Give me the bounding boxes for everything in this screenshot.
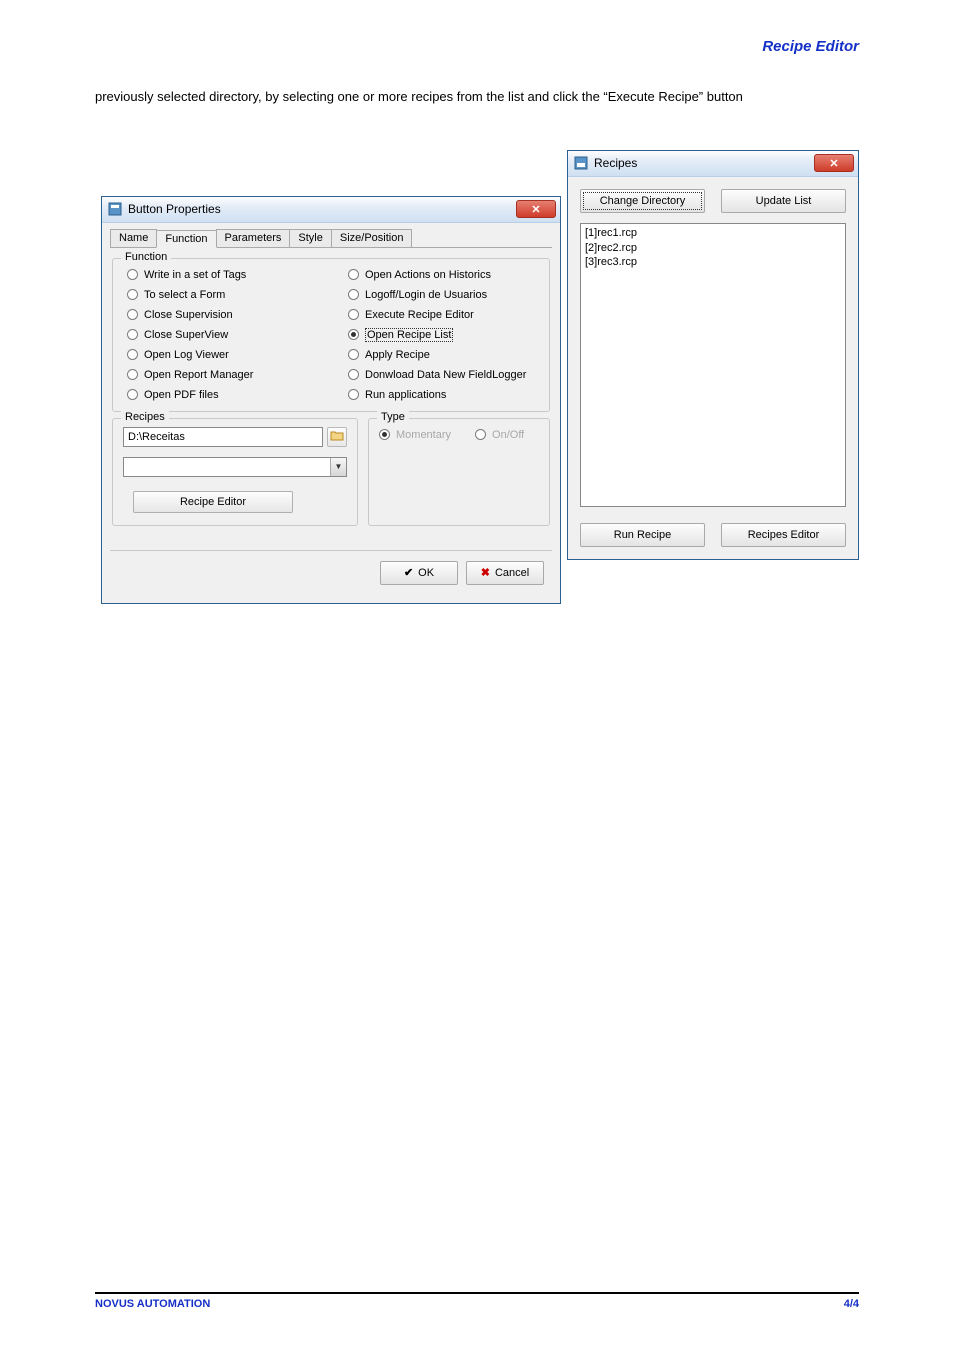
- tab-name[interactable]: Name: [110, 229, 157, 247]
- function-radio[interactable]: Open Actions on Historics: [348, 269, 539, 281]
- change-directory-button[interactable]: Change Directory: [580, 189, 705, 213]
- function-radio-label: Close SuperView: [144, 329, 228, 341]
- function-radio[interactable]: Open Recipe List: [348, 329, 539, 341]
- radio-icon: [127, 389, 138, 400]
- radio-icon: [127, 309, 138, 320]
- function-radio[interactable]: Open Log Viewer: [127, 349, 318, 361]
- recipes-window: Recipes ✕ Change Directory Update List […: [567, 150, 859, 560]
- function-radio-label: Open Actions on Historics: [365, 269, 491, 281]
- page-footer: NOVUS AUTOMATION 4/4: [95, 1292, 859, 1310]
- recipes-path-input[interactable]: [123, 427, 323, 447]
- button-properties-window: Button Properties ✕ NameFunctionParamete…: [101, 196, 561, 604]
- function-group-label: Function: [121, 251, 171, 263]
- rc-titlebar: Recipes ✕: [568, 151, 858, 177]
- recipes-listbox[interactable]: [1]rec1.rcp[2]rec2.rcp[3]rec3.rcp: [580, 223, 846, 507]
- function-radio[interactable]: Donwload Data New FieldLogger: [348, 369, 539, 381]
- function-radio[interactable]: Close SuperView: [127, 329, 318, 341]
- list-item[interactable]: [3]rec3.rcp: [585, 255, 841, 270]
- footer-right: 4/4: [844, 1298, 859, 1310]
- browse-folder-button[interactable]: [327, 427, 347, 447]
- type-onoff-label: On/Off: [492, 429, 524, 441]
- run-recipe-button[interactable]: Run Recipe: [580, 523, 705, 547]
- function-radio[interactable]: Open Report Manager: [127, 369, 318, 381]
- function-radio-label: Open Log Viewer: [144, 349, 229, 361]
- radio-icon: [348, 369, 359, 380]
- type-momentary-label: Momentary: [396, 429, 451, 441]
- chevron-down-icon: ▼: [330, 458, 346, 476]
- intro-paragraph: previously selected directory, by select…: [95, 85, 859, 110]
- bp-app-icon: [108, 202, 122, 216]
- radio-icon: [127, 269, 138, 280]
- recipe-editor-button[interactable]: Recipe Editor: [133, 491, 293, 513]
- function-radio-label: Write in a set of Tags: [144, 269, 246, 281]
- rc-close-button[interactable]: ✕: [814, 154, 854, 172]
- recipes-editor-button[interactable]: Recipes Editor: [721, 523, 846, 547]
- function-radio-label: Open PDF files: [144, 389, 219, 401]
- radio-icon: [348, 289, 359, 300]
- function-radio[interactable]: Write in a set of Tags: [127, 269, 318, 281]
- rc-title: Recipes: [594, 156, 637, 170]
- function-radio-label: Donwload Data New FieldLogger: [365, 369, 526, 381]
- ok-label: OK: [418, 567, 434, 579]
- tab-style[interactable]: Style: [289, 229, 331, 247]
- update-list-button[interactable]: Update List: [721, 189, 846, 213]
- radio-icon: [127, 289, 138, 300]
- radio-icon: [127, 329, 138, 340]
- type-radio-onoff[interactable]: On/Off: [475, 429, 524, 441]
- list-item[interactable]: [2]rec2.rcp: [585, 241, 841, 256]
- close-icon: ✕: [531, 203, 540, 216]
- function-radio[interactable]: Run applications: [348, 389, 539, 401]
- x-icon: ✖: [481, 566, 490, 579]
- rc-app-icon: [574, 156, 588, 170]
- tab-function[interactable]: Function: [156, 230, 216, 248]
- radio-icon: [348, 309, 359, 320]
- recipes-group-label: Recipes: [121, 411, 169, 423]
- cancel-label: Cancel: [495, 567, 529, 579]
- check-icon: ✔: [404, 566, 413, 579]
- function-radio-label: Execute Recipe Editor: [365, 309, 474, 321]
- function-radio-label: Logoff/Login de Usuarios: [365, 289, 487, 301]
- folder-icon: [330, 429, 344, 444]
- function-radio[interactable]: To select a Form: [127, 289, 318, 301]
- type-radio-momentary[interactable]: Momentary: [379, 429, 451, 441]
- bp-footer: ✔ OK ✖ Cancel: [110, 550, 552, 595]
- function-radio[interactable]: Apply Recipe: [348, 349, 539, 361]
- ok-button[interactable]: ✔ OK: [380, 561, 458, 585]
- close-icon: ✕: [829, 157, 838, 170]
- bp-title: Button Properties: [128, 202, 221, 216]
- radio-icon: [348, 389, 359, 400]
- type-groupbox: Type Momentary On/Off: [368, 418, 550, 526]
- tab-parameters[interactable]: Parameters: [216, 229, 291, 247]
- radio-icon: [475, 429, 486, 440]
- tab-size-position[interactable]: Size/Position: [331, 229, 413, 247]
- radio-icon: [348, 269, 359, 280]
- type-group-label: Type: [377, 411, 409, 423]
- function-radio[interactable]: Open PDF files: [127, 389, 318, 401]
- function-radio-label: Close Supervision: [144, 309, 233, 321]
- radio-icon: [348, 349, 359, 360]
- footer-left: NOVUS AUTOMATION: [95, 1298, 210, 1310]
- bp-close-button[interactable]: ✕: [516, 200, 556, 218]
- function-radio-label: Open Report Manager: [144, 369, 253, 381]
- function-groupbox: Function Write in a set of TagsTo select…: [112, 258, 550, 412]
- function-radio-label: Open Recipe List: [365, 329, 453, 341]
- function-radio[interactable]: Execute Recipe Editor: [348, 309, 539, 321]
- radio-icon: [348, 329, 359, 340]
- function-radio-label: To select a Form: [144, 289, 225, 301]
- function-radio[interactable]: Logoff/Login de Usuarios: [348, 289, 539, 301]
- recipes-groupbox: Recipes ▼ Recipe Editor: [112, 418, 358, 526]
- list-item[interactable]: [1]rec1.rcp: [585, 226, 841, 241]
- radio-icon: [379, 429, 390, 440]
- recipes-dropdown[interactable]: ▼: [123, 457, 347, 477]
- function-radio-label: Apply Recipe: [365, 349, 430, 361]
- bp-tabstrip: NameFunctionParametersStyleSize/Position: [110, 229, 552, 248]
- radio-icon: [127, 369, 138, 380]
- cancel-button[interactable]: ✖ Cancel: [466, 561, 544, 585]
- page-title: Recipe Editor: [95, 38, 859, 55]
- radio-icon: [127, 349, 138, 360]
- function-radio-label: Run applications: [365, 389, 446, 401]
- bp-titlebar: Button Properties ✕: [102, 197, 560, 223]
- function-radio[interactable]: Close Supervision: [127, 309, 318, 321]
